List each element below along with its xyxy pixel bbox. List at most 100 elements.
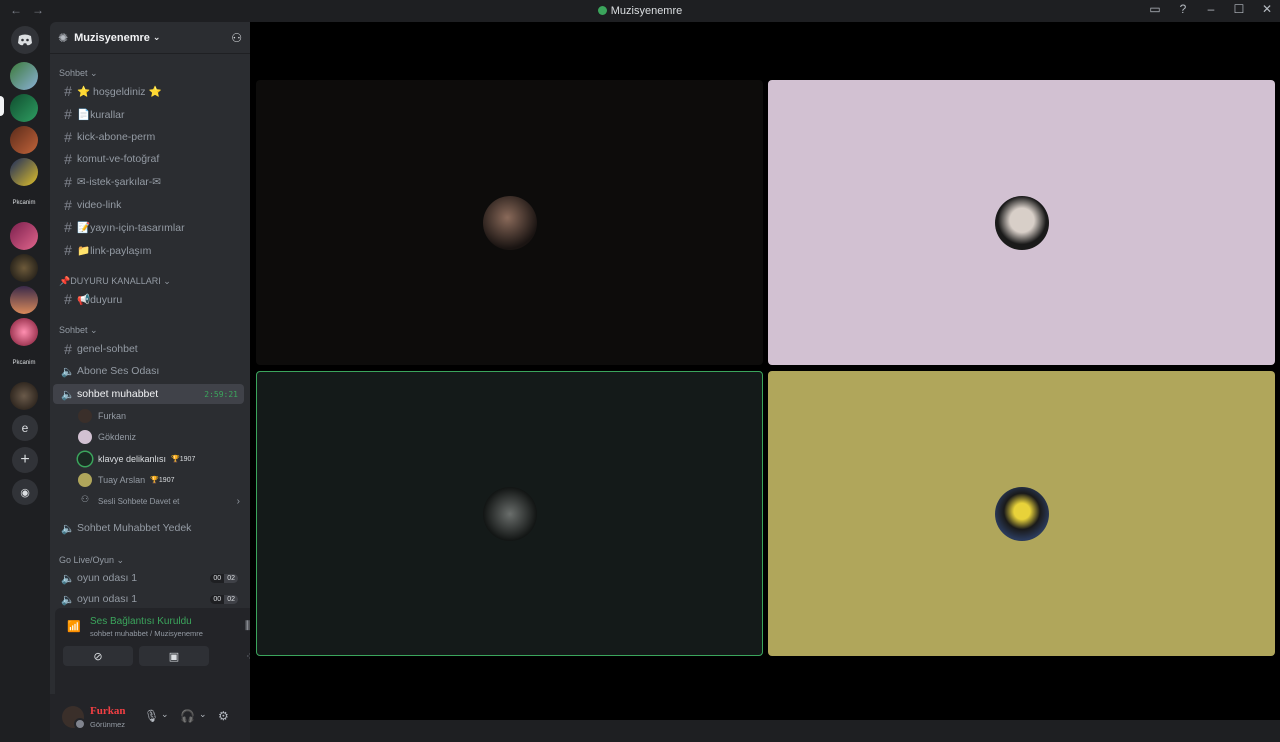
video-tile-2[interactable] xyxy=(768,80,1275,365)
screen-share-icon: ▣ xyxy=(168,650,180,663)
server-icon-1[interactable] xyxy=(10,62,38,90)
channel-label: ⭐ hoşgeldiniz ⭐ xyxy=(77,85,162,98)
server-rail: Pkcanim Pkcanim e + ◉ xyxy=(0,22,50,720)
hash-icon: # xyxy=(64,291,72,307)
channel-label: komut-ve-fotoğraf xyxy=(77,153,160,165)
close-icon[interactable]: ✕ xyxy=(1260,2,1274,16)
participant-avatar xyxy=(482,195,537,250)
badge-count: 00 xyxy=(210,594,225,604)
channel-duyuru[interactable]: # 📢duyuru xyxy=(53,289,244,309)
channel-label: Abone Ses Odası xyxy=(77,365,160,377)
camera-off-button[interactable]: ⊘ xyxy=(63,646,133,666)
voice-channel-sohbet-muhabbet-yedek[interactable]: 🔈 Sohbet Muhabbet Yedek xyxy=(53,518,244,538)
category-sohbet-2[interactable]: Sohbet ⌄ xyxy=(59,325,98,336)
channel-istek-sarkilar[interactable]: # ✉-istek-şarkılar-✉ xyxy=(53,172,244,192)
window-title-text: Muzisyenemre xyxy=(610,5,683,17)
video-tile-1[interactable] xyxy=(256,80,763,365)
hash-icon: # xyxy=(64,341,72,357)
user-status: Görünmez xyxy=(90,720,126,729)
channel-label: ✉-istek-şarkılar-✉ xyxy=(77,176,162,188)
video-tile-3-speaking[interactable] xyxy=(256,371,763,656)
invite-people-icon[interactable]: ⚇ xyxy=(231,31,242,45)
user-limit-badge: 00 02 xyxy=(210,573,238,583)
signal-icon: 📶 xyxy=(67,621,81,633)
voice-user-gokdeniz[interactable]: Gökdeniz xyxy=(78,427,136,447)
server-icon-2[interactable] xyxy=(10,94,38,122)
invite-to-voice-button[interactable]: ⚇ Sesli Sohbete Davet et › xyxy=(78,491,240,511)
discover-icon[interactable]: ◉ xyxy=(12,479,38,505)
speaker-icon: 🔈 xyxy=(61,388,75,401)
category-go-live[interactable]: Go Live/Oyun ⌄ xyxy=(59,555,124,566)
channel-yayin-icin-tasarimlar[interactable]: # 📝yayın-için-tasarımlar xyxy=(53,217,244,237)
inbox-icon[interactable]: ▭ xyxy=(1148,2,1162,16)
participant-avatar xyxy=(482,486,537,541)
server-icon-3[interactable] xyxy=(10,126,38,154)
add-server-icon[interactable]: + xyxy=(12,447,38,473)
hash-icon: # xyxy=(64,242,72,258)
voice-channel-abone-ses-odasi[interactable]: 🔈 Abone Ses Odası xyxy=(53,361,244,381)
voice-user-furkan[interactable]: Furkan xyxy=(78,406,126,426)
discord-home-icon[interactable] xyxy=(11,26,39,54)
channel-label: video-link xyxy=(77,199,122,211)
voice-channel-oyun-odasi-1[interactable]: 🔈 oyun odası 1 00 02 xyxy=(53,568,244,588)
hash-icon: # xyxy=(64,151,72,167)
server-badge-icon: ✺ xyxy=(58,30,69,45)
user-add-icon: ⚇ xyxy=(80,494,90,504)
chevron-right-icon: › xyxy=(236,495,240,507)
microphone-icon[interactable]: 🎙 xyxy=(144,709,159,723)
screen-share-button[interactable]: ▣ xyxy=(139,646,209,666)
voice-channel-oyun-odasi-1b[interactable]: 🔈 oyun odası 1 00 02 xyxy=(53,591,244,607)
server-icon-5[interactable] xyxy=(10,222,38,250)
channel-genel-sohbet[interactable]: # genel-sohbet xyxy=(53,339,244,359)
help-icon[interactable]: ? xyxy=(1176,2,1190,16)
speaker-icon: 🔈 xyxy=(61,593,75,606)
channel-kurallar[interactable]: # 📄kurallar xyxy=(53,104,244,124)
window-title: Muzisyenemre xyxy=(0,5,1280,17)
channel-hosgeldiniz[interactable]: # ⭐ hoşgeldiniz ⭐ xyxy=(53,81,244,101)
voice-user-name: Gökdeniz xyxy=(98,432,137,442)
voice-channel-sohbet-muhabbet[interactable]: 🔈 sohbet muhabbet 2:59:21 xyxy=(53,384,244,404)
voice-status[interactable]: Ses Bağlantısı Kuruldu xyxy=(90,616,192,627)
voice-location[interactable]: sohbet muhabbet / Muzisyenemre xyxy=(90,629,203,638)
server-icon-9[interactable] xyxy=(10,382,38,410)
participant-avatar xyxy=(994,486,1049,541)
maximize-icon[interactable]: ☐ xyxy=(1232,2,1246,16)
video-tile-4[interactable] xyxy=(768,371,1275,656)
channel-label: Sohbet Muhabbet Yedek xyxy=(77,522,192,534)
channel-sidebar: ✺ Muzisyenemre ⌄ ⚇ Sohbet ⌄ # ⭐ hoşgeldin… xyxy=(50,22,295,742)
server-name: Muzisyenemre xyxy=(74,31,150,44)
minimize-icon[interactable]: – xyxy=(1204,2,1218,16)
voice-user-klavye-delikanlisi[interactable]: klavye delikanlısı 🏆1907 xyxy=(78,449,195,469)
server-icon-8[interactable] xyxy=(10,318,38,346)
username[interactable]: Furkan xyxy=(90,705,125,717)
chevron-down-icon[interactable]: ⌄ xyxy=(199,709,207,720)
channel-video-link[interactable]: # video-link xyxy=(53,195,244,215)
server-text-2[interactable]: Pkcanim xyxy=(4,360,44,366)
headphones-icon[interactable]: 🎧 xyxy=(180,709,195,723)
server-letter-e[interactable]: e xyxy=(12,415,38,441)
user-tag: 🏆1907 xyxy=(150,477,175,484)
server-icon-4[interactable] xyxy=(10,158,38,186)
server-header[interactable]: ✺ Muzisyenemre ⌄ ⚇ xyxy=(50,22,250,54)
category-sohbet[interactable]: Sohbet ⌄ xyxy=(59,68,98,79)
channel-link-paylasim[interactable]: # 📁link-paylaşım xyxy=(53,240,244,260)
user-avatar[interactable] xyxy=(62,706,86,730)
chevron-down-icon[interactable]: ⌄ xyxy=(161,709,169,720)
channel-komut-ve-fotograf[interactable]: # komut-ve-fotoğraf xyxy=(53,149,244,169)
server-text-1[interactable]: Pkcanim xyxy=(4,200,44,206)
settings-gear-icon[interactable]: ⚙ xyxy=(218,709,229,723)
channel-kick-abone-perm[interactable]: # kick-abone-perm xyxy=(53,127,244,147)
invite-label: Sesli Sohbete Davet et xyxy=(98,496,180,506)
channel-label: 📝yayın-için-tasarımlar xyxy=(77,221,185,234)
camera-off-icon: ⊘ xyxy=(93,650,103,663)
voice-user-tuay-arslan[interactable]: Tuay Arslan 🏆1907 xyxy=(78,470,175,490)
selected-server-pill xyxy=(0,96,4,116)
category-duyuru[interactable]: 📌DUYURU KANALLARI ⌄ xyxy=(59,276,171,287)
hash-icon: # xyxy=(64,83,72,99)
server-icon-7[interactable] xyxy=(10,286,38,314)
badge-count: 00 xyxy=(210,573,225,583)
server-icon-6[interactable] xyxy=(10,254,38,282)
channel-label: 📢duyuru xyxy=(77,293,123,306)
speaker-icon: 🔈 xyxy=(61,572,75,585)
avatar xyxy=(78,452,92,466)
